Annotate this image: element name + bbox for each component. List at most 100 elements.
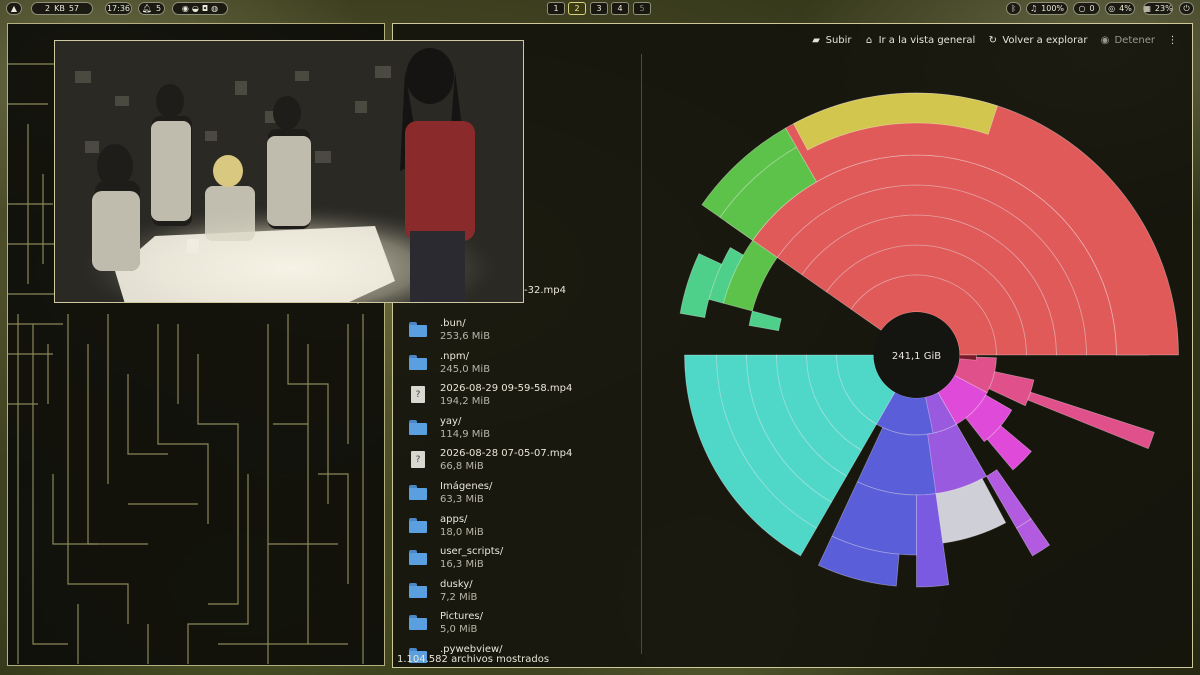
folder-icon [409,517,427,533]
menu-button[interactable]: ⋮ [1167,35,1178,46]
notifications-button[interactable]: 🔔︎ 5 [138,2,165,15]
updates-widget[interactable]: ○ 0 [1073,2,1100,15]
power-button[interactable]: ⏻ [1179,2,1194,15]
workspace-3[interactable]: 3 [590,2,608,15]
file-name: Pictures/ [440,611,483,623]
volume-widget[interactable]: ♫ 100% [1026,2,1068,15]
pink-segment[interactable] [1027,391,1155,450]
power-icon: ⏻ [1183,4,1190,13]
pane-divider[interactable] [641,54,642,654]
kebab-menu-icon: ⋮ [1167,34,1178,46]
folder-icon [409,322,427,337]
partial-file-name[interactable]: -32.mp4 [524,285,566,296]
stop-button[interactable]: ◉ Detener [1099,35,1155,46]
folder-up-icon: ▰ [812,34,820,46]
circle-icon: ○ [1078,4,1086,13]
file-size: 16,3 MiB [440,559,484,571]
folder-icon [409,550,427,566]
overview-button[interactable]: ⌂ Ir a la vista general [864,34,976,46]
sunburst-chart: 241,1 GiB [679,92,1179,588]
image-viewer-window[interactable] [54,40,524,303]
file-name: Imágenes/ [440,480,493,492]
top-bar: ▲ 2 KB 57 17:36 🔔︎ 5 ◉ ◒ ◘ ◍ 1 2 3 4 5 ᛒ… [0,0,1200,18]
workspace-5[interactable]: 5 [633,2,651,15]
folder-icon [409,354,427,370]
status-text: 1.104.582 archivos mostrados [397,654,550,665]
cpu-widget: ◎ 4% [1105,2,1135,15]
stop-icon: ◉ [1100,34,1110,46]
file-row[interactable]: yay/114,9 MiB [405,414,625,447]
workspace-2[interactable]: 2 [568,2,586,15]
anime-screenshot [55,41,523,302]
clock[interactable]: 17:36 [105,2,132,15]
file-name: 2026-08-28 07-05-07.mp4 [440,448,573,460]
file-size: 194,2 MiB [440,396,491,408]
toolbar: ▰ Subir ⌂ Ir a la vista general ↻ Volver… [811,32,1178,48]
workspace-4[interactable]: 4 [611,2,629,15]
green-segment[interactable] [748,310,782,332]
file-name: .bun/ [440,318,466,329]
file-name: dusky/ [440,578,473,590]
file-name: .npm/ [440,350,469,362]
file-name: apps/ [440,513,468,525]
steam-like-icon[interactable]: ◒ [192,2,199,15]
file-size: 114,9 MiB [440,428,491,440]
unknown-file-icon: ? [411,386,425,404]
file-name: user_scripts/ [440,546,504,558]
rescan-button[interactable]: ↻ Volver a explorar [987,34,1088,46]
cpu-icon: ◎ [1108,4,1116,13]
launcher-button[interactable]: ▲ [6,2,22,15]
headphones-icon: ♫ [1029,4,1038,13]
tray: ◉ ◒ ◘ ◍ [172,2,228,15]
discord-icon[interactable]: ◘ [202,2,208,15]
updates-count: 0 [1089,4,1095,13]
network-widget: 2 KB 57 [31,2,93,15]
file-row[interactable]: apps/18,0 MiB [405,512,625,545]
folder-icon [409,582,427,598]
clock-text: 17:36 [106,4,131,13]
workspace-1[interactable]: 1 [547,2,565,15]
unknown-file-icon: ? [411,451,425,469]
file-list: .bun/253,6 MiB .npm/245,0 MiB? 2026-08-29 … [405,316,625,675]
net-down-value: 2 [44,4,51,13]
up-button[interactable]: ▰ Subir [811,34,851,46]
file-size: 18,0 MiB [440,526,484,538]
folder-icon [409,419,427,435]
file-size: 66,8 MiB [440,461,484,473]
bell-icon: 🔔︎ [141,4,153,13]
file-row[interactable]: dusky/7,2 MiB [405,577,625,610]
folder-icon [409,484,427,500]
bluetooth-button[interactable]: ᛒ [1006,2,1021,15]
notifications-count: 5 [156,4,162,13]
file-name: yay/ [440,415,462,427]
file-row[interactable]: ? 2026-08-29 09-59-58.mp4 194,2 MiB [405,381,625,414]
chrome-icon[interactable]: ◉ [182,2,189,15]
file-row[interactable]: ? 2026-08-28 07-05-07.mp4 66,8 MiB [405,446,625,479]
stop-label: Detener [1114,34,1155,46]
memory-icon: ▦ [1143,4,1151,13]
file-size: 63,3 MiB [440,493,484,505]
overview-label: Ir a la vista general [878,34,976,46]
volume-value: 100% [1041,4,1065,13]
memory-value: 23% [1154,4,1173,13]
file-row[interactable]: user_scripts/16,3 MiB [405,544,625,577]
net-unit: KB [54,4,65,13]
file-size: 7,2 MiB [440,591,478,603]
file-row[interactable]: Imágenes/63,3 MiB [405,479,625,512]
arch-icon: ▲ [10,4,18,13]
file-row[interactable]: .npm/245,0 MiB [405,349,625,382]
memory-widget: ▦ 23% [1143,2,1173,15]
rescan-label: Volver a explorar [1002,34,1088,46]
file-size: 253,6 MiB [440,331,491,342]
folder-icon [409,615,427,631]
file-row[interactable]: Pictures/5,0 MiB [405,609,625,642]
file-row[interactable]: .bun/253,6 MiB [405,316,625,349]
refresh-icon: ↻ [988,34,998,46]
steam-icon[interactable]: ◍ [211,2,218,15]
total-size-label: 241,1 GiB [892,351,941,362]
home-icon: ⌂ [865,34,873,46]
file-size: 245,0 MiB [440,363,491,375]
file-size: 5,0 MiB [440,624,478,636]
file-name: 2026-08-29 09-59-58.mp4 [440,383,573,395]
cpu-value: 4% [1119,4,1132,13]
